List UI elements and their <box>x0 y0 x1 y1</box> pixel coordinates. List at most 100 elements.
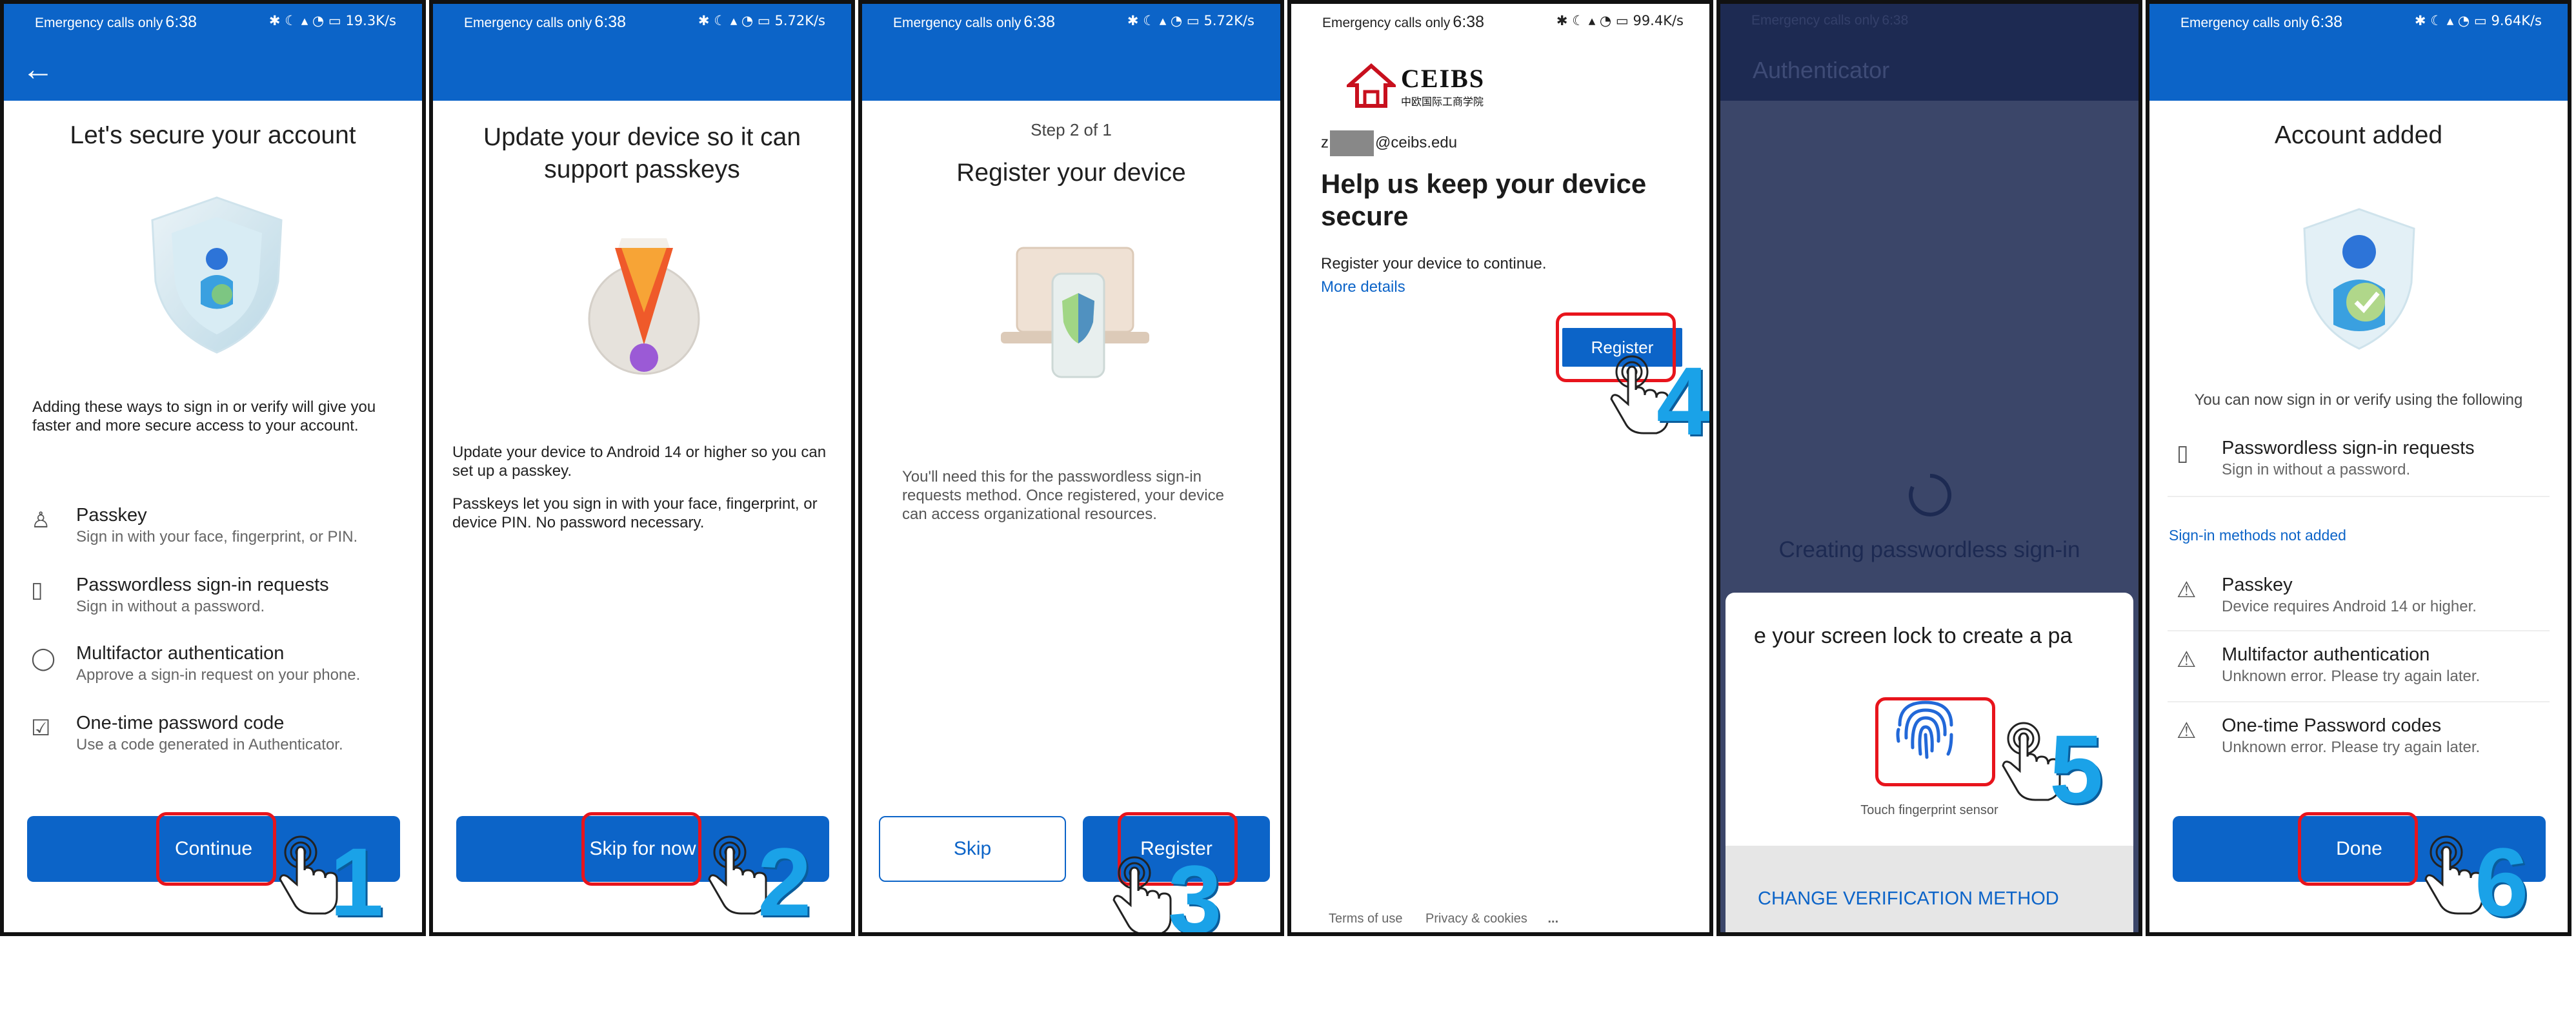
logo-subtext: 中欧国际工商学院 <box>1401 96 1484 108</box>
carrier-text: Emergency calls only <box>464 15 592 30</box>
privacy-link[interactable]: Privacy & cookies <box>1425 912 1527 926</box>
clock: 6:38 <box>2311 13 2343 31</box>
method-subtitle: Approve a sign-in request on your phone. <box>76 666 361 684</box>
description-passkeys: Passkeys let you sign in with your face,… <box>452 495 818 531</box>
method-subtitle: Use a code generated in Authenticator. <box>76 736 343 753</box>
method-subtitle: Unknown error. Please try again later. <box>2222 668 2480 685</box>
warning-icon: ⚠ <box>2177 718 2197 744</box>
status-icons: ✱ ☾ ▴ ◔ ▭ <box>698 13 770 28</box>
clock: 6:38 <box>594 13 627 31</box>
screen-2: Emergency calls only 6:38 ✱ ☾ ▴ ◔ ▭ 5.72K… <box>429 0 855 936</box>
app-bar <box>862 43 1280 101</box>
description: Adding these ways to sign in or verify w… <box>32 398 376 434</box>
network-speed: 5.72K/s <box>774 13 825 28</box>
carrier-text: Emergency calls only <box>1751 13 1880 28</box>
method-subtitle: Sign in without a password. <box>2222 461 2411 478</box>
highlight-box <box>156 812 276 886</box>
status-bar: Emergency calls only 6:38 ✱ ☾ ▴ ◔ ▭ 5.72K… <box>862 4 1280 43</box>
more-options-icon[interactable]: ... <box>1547 912 1558 926</box>
divider <box>2168 630 2550 631</box>
warning-icon: ⚠ <box>2177 647 2197 673</box>
not-added-label: Sign-in methods not added <box>2169 527 2346 544</box>
account-email: z @ceibs.edu <box>1321 130 1457 156</box>
step-number: 6 <box>2475 828 2529 936</box>
network-speed: 99.4K/s <box>1633 13 1684 28</box>
carrier-text: Emergency calls only <box>1322 15 1451 30</box>
page-title: Account added <box>2274 121 2443 149</box>
status-bar: Emergency calls only 6:38 <box>1720 4 2138 43</box>
change-verification-method-button[interactable]: CHANGE VERIFICATION METHOD <box>1758 888 2059 910</box>
logo-text: CEIBS <box>1401 64 1485 93</box>
app-bar <box>2149 43 2568 101</box>
page-title: Let's secure your account <box>70 121 356 149</box>
ceibs-logo <box>1347 63 1396 108</box>
page-title: Update your device so it can support pas… <box>483 123 801 183</box>
screen-4: Emergency calls only 6:38 ✱ ☾ ▴ ◔ ▭ 99.4K… <box>1287 0 1713 936</box>
creating-text: Creating passwordless sign-in <box>1778 537 2080 562</box>
step-label: Step 2 of 1 <box>1031 120 1112 139</box>
method-title: Passwordless sign-in requests <box>76 575 329 595</box>
divider <box>2168 496 2550 497</box>
screen-1: Emergency calls only 6:38 ✱ ☾ ▴ ◔ ▭ 19.3K… <box>0 0 426 936</box>
carrier-text: Emergency calls only <box>893 15 1021 30</box>
app-bar: Authenticator <box>1720 43 2138 101</box>
network-speed: 9.64K/s <box>2491 13 2542 28</box>
method-subtitle: Sign in without a password. <box>76 598 265 615</box>
person-key-icon: ♙ <box>31 507 51 533</box>
network-speed: 19.3K/s <box>345 13 396 28</box>
highlight-box <box>2298 812 2418 886</box>
phone-icon: ▯ <box>2177 440 2189 466</box>
method-title: Passkey <box>2222 575 2293 595</box>
skip-button[interactable]: Skip <box>879 816 1066 882</box>
network-speed: 5.72K/s <box>1203 13 1254 28</box>
divider <box>2168 701 2550 702</box>
status-bar: Emergency calls only 6:38 ✱ ☾ ▴ ◔ ▭ 19.3K… <box>4 4 422 43</box>
method-subtitle: Unknown error. Please try again later. <box>2222 739 2480 756</box>
phone-icon: ▯ <box>31 577 43 603</box>
sheet-title: e your screen lock to create a pa <box>1754 624 2073 648</box>
status-icons: ✱ ☾ ▴ ◔ ▭ <box>1556 13 1629 28</box>
method-subtitle: Sign in with your face, fingerprint, or … <box>76 528 358 546</box>
status-icons: ✱ ☾ ▴ ◔ ▭ <box>268 13 341 28</box>
terms-link[interactable]: Terms of use <box>1329 912 1402 926</box>
step-number: 1 <box>330 828 384 936</box>
description: Register your device to continue. <box>1321 255 1547 272</box>
android-update-illustration-icon <box>588 238 700 375</box>
clock: 6:38 <box>165 13 197 31</box>
page-title: Help us keep your device secure <box>1321 168 1647 231</box>
step-number: 3 <box>1168 845 1222 936</box>
more-details-link[interactable]: More details <box>1321 278 1405 296</box>
method-title: Multifactor authentication <box>2222 644 2430 665</box>
description: You'll need this for the passwordless si… <box>902 468 1224 523</box>
app-bar: ← <box>4 43 422 101</box>
back-arrow-icon[interactable]: ← <box>22 53 54 85</box>
highlight-box <box>1875 697 1995 786</box>
check-shield-icon: ◯ <box>31 646 56 671</box>
screen-6: Emergency calls only 6:38 ✱ ☾ ▴ ◔ ▭ 9.64K… <box>2146 0 2571 936</box>
page-title: Register your device <box>956 159 1186 187</box>
status-bar: Emergency calls only 6:38 ✱ ☾ ▴ ◔ ▭ 99.4K… <box>1291 4 1709 43</box>
warning-icon: ⚠ <box>2177 577 2197 603</box>
app-title: Authenticator <box>1753 57 1890 83</box>
method-title: Multifactor authentication <box>76 643 285 664</box>
description: You can now sign in or verify using the … <box>2194 391 2523 409</box>
step-number: 5 <box>2049 715 2104 823</box>
highlight-box <box>581 812 701 886</box>
method-subtitle: Device requires Android 14 or higher. <box>2222 598 2477 615</box>
carrier-text: Emergency calls only <box>35 15 163 30</box>
method-title: One-time password code <box>76 713 285 733</box>
step-number: 4 <box>1656 347 1711 455</box>
method-title: Passwordless sign-in requests <box>2222 438 2475 458</box>
status-icons: ✱ ☾ ▴ ◔ ▭ <box>1127 13 1200 28</box>
shield-check-illustration-icon <box>2303 208 2415 350</box>
screen-5: Emergency calls only 6:38 Authenticator C… <box>1716 0 2142 936</box>
step-number: 2 <box>758 828 812 936</box>
laptop-phone-illustration-icon <box>1001 247 1149 378</box>
app-bar <box>433 43 851 101</box>
clock: 6:38 <box>1023 13 1056 31</box>
screen-3: Emergency calls only 6:38 ✱ ☾ ▴ ◔ ▭ 5.72K… <box>858 0 1284 936</box>
redacted-block <box>1330 130 1374 156</box>
description: Update your device to Android 14 or high… <box>452 444 827 480</box>
clock: 6:38 <box>1453 13 1485 31</box>
shield-illustration-icon <box>151 196 283 354</box>
